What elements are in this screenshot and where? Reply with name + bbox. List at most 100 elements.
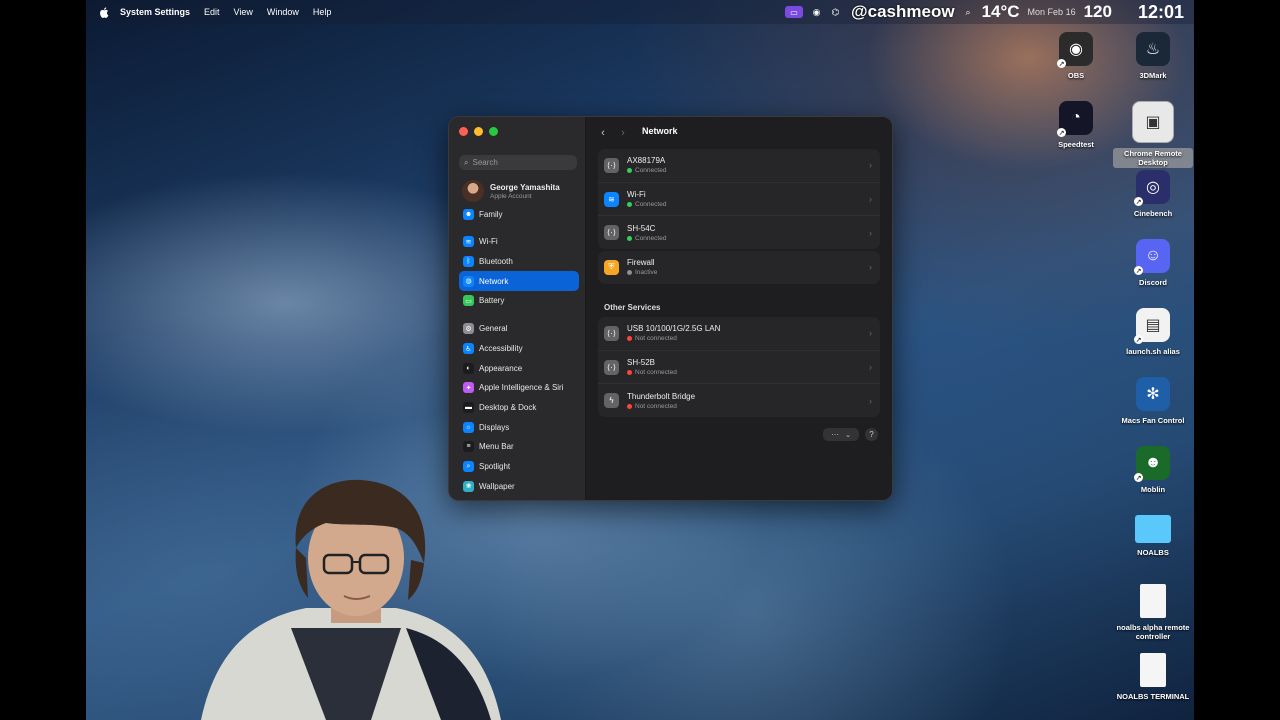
spotlight-icon: ⌕: [463, 461, 474, 473]
sidebar-item-wallpaper[interactable]: ❀ Wallpaper: [459, 477, 579, 497]
sidebar-item-menu-bar[interactable]: ≡ Menu Bar: [459, 437, 579, 457]
services-group: ⟨·⟩ AX88179A Connected › ≋ Wi-Fi Connected › ⟨·⟩…: [598, 149, 880, 250]
desktop-icon-noalbs-alpha-remote-controller[interactable]: noalbs alpha remote controller: [1113, 584, 1193, 641]
search-input[interactable]: ⌕ Search: [459, 155, 577, 170]
status-text: Connected: [635, 201, 667, 209]
network-service-row[interactable]: ⛨ Firewall Inactive ›: [598, 251, 880, 284]
close-button[interactable]: [459, 127, 468, 136]
clock[interactable]: 12:01: [1138, 2, 1184, 23]
desktop-icon-label: launch.sh alias: [1126, 347, 1180, 356]
service-status: Connected: [627, 235, 666, 242]
desktop-icon-cinebench[interactable]: ◎ ↗ Cinebench: [1113, 170, 1193, 218]
desktop-icon-label: Speedtest: [1058, 140, 1094, 149]
chevron-right-icon: ›: [869, 362, 872, 373]
firewall-icon: ⛨: [604, 259, 619, 275]
search-icon[interactable]: ⌕: [963, 7, 974, 18]
chevron-right-icon: ›: [869, 194, 872, 205]
desktop-icon-speedtest[interactable]: ◔ ↗ Speedtest: [1036, 101, 1116, 149]
obs-icon: ◉ ↗: [1057, 32, 1093, 68]
sidebar-item-appearance[interactable]: ◐ Appearance: [459, 358, 579, 378]
minimize-button[interactable]: [474, 127, 483, 136]
desktop-icon-macs-fan-control[interactable]: ✻ Macs Fan Control: [1113, 377, 1193, 425]
discord-icon: ☺ ↗: [1134, 239, 1170, 275]
sidebar-item-battery[interactable]: ▭ Battery: [459, 291, 579, 311]
desktop-icon-discord[interactable]: ☺ ↗ Discord: [1113, 239, 1193, 287]
network-service-row[interactable]: ⟨·⟩ AX88179A Connected ›: [598, 149, 880, 183]
desktop-icon-moblin[interactable]: ☻ ↗ Moblin: [1113, 446, 1193, 494]
network-service-row[interactable]: ϟ Thunderbolt Bridge Not connected ›: [598, 384, 880, 417]
desktop-icon-noalbs-terminal[interactable]: NOALBS TERMINAL: [1113, 653, 1193, 701]
more-label: ···: [831, 430, 840, 439]
network-service-row[interactable]: ⟨·⟩ SH-52B Not connected ›: [598, 351, 880, 385]
ethernet-icon: ⟨·⟩: [604, 359, 619, 375]
desktop-icon-label: NOALBS: [1137, 548, 1169, 557]
network-service-row[interactable]: ⟨·⟩ SH-54C Connected ›: [598, 216, 880, 249]
zoom-button[interactable]: [489, 127, 498, 136]
app-name[interactable]: System Settings: [120, 7, 190, 17]
sidebar-item-label: Family: [479, 210, 503, 220]
script-file-icon: ▤ ↗: [1134, 308, 1170, 344]
status-dot-icon: [627, 403, 632, 409]
bottom-controls: ··· ⌄ ?: [823, 428, 878, 441]
sidebar-item-label: Bluetooth: [479, 257, 513, 267]
sidebar-item-apple-intelligence-siri[interactable]: ✦ Apple Intelligence & Siri: [459, 378, 579, 398]
menu-help[interactable]: Help: [313, 7, 332, 17]
network-service-row[interactable]: ⟨·⟩ USB 10/100/1G/2.5G LAN Not connected ›: [598, 317, 880, 351]
speedtest-icon: ◔ ↗: [1057, 101, 1093, 137]
sidebar-item-spotlight[interactable]: ⌕ Spotlight: [459, 457, 579, 477]
sidebar-item-network[interactable]: ◍ Network: [459, 271, 579, 292]
apple-account[interactable]: George Yamashita Apple Account: [462, 180, 560, 202]
desktop: System Settings Edit View Window Help ▭ …: [86, 0, 1194, 720]
back-button[interactable]: ‹: [594, 125, 612, 141]
desktop-icon-chrome-remote-desktop[interactable]: ▣ Chrome Remote Desktop: [1113, 101, 1193, 168]
sidebar-item-displays[interactable]: ☼ Displays: [459, 417, 579, 437]
date[interactable]: Mon Feb 16: [1028, 7, 1076, 17]
menu-edit[interactable]: Edit: [204, 7, 220, 17]
screen-share-icon[interactable]: ▭: [785, 6, 804, 18]
vpn-icon[interactable]: ◉: [811, 7, 822, 18]
sidebar-item-accessibility[interactable]: ♿ Accessibility: [459, 339, 579, 359]
chevron-right-icon: ›: [869, 262, 872, 273]
siri-icon: ✦: [463, 382, 474, 394]
apple-icon[interactable]: [98, 6, 110, 18]
steam-icon: ♨: [1136, 32, 1170, 66]
search-icon: ⌕: [464, 157, 469, 167]
sidebar-item-family[interactable]: ☻ Family: [459, 205, 579, 225]
sidebar-item-label: Battery: [479, 296, 505, 306]
chevron-down-icon: ⌄: [845, 431, 851, 439]
status-dot-icon: [627, 202, 632, 208]
desktop-icon-noalbs[interactable]: NOALBS: [1113, 515, 1193, 557]
status-text: Not connected: [635, 402, 677, 410]
menu-window[interactable]: Window: [267, 7, 299, 17]
status-dot-icon: [627, 270, 632, 276]
service-name: USB 10/100/1G/2.5G LAN: [627, 324, 721, 334]
sidebar-item-bluetooth[interactable]: ᛒ Bluetooth: [459, 252, 579, 272]
network-service-row[interactable]: ≋ Wi-Fi Connected ›: [598, 183, 880, 217]
desktop-icon-obs[interactable]: ◉ ↗ OBS: [1036, 32, 1116, 80]
thunderbolt-icon: ϟ: [604, 393, 619, 409]
desktop-icon-label: Discord: [1139, 278, 1167, 287]
desktop-icon-label: Macs Fan Control: [1121, 416, 1185, 425]
sidebar-item-general[interactable]: ⚙ General: [459, 319, 579, 339]
sidebar-item-label: Desktop & Dock: [479, 403, 537, 413]
document-icon: [1140, 653, 1166, 687]
alias-arrow-icon: ↗: [1057, 59, 1066, 68]
sidebar: ⌕ Search George Yamashita Apple Account …: [449, 117, 586, 500]
service-status: Not connected: [627, 403, 695, 410]
tethering-icon[interactable]: ⌬: [830, 7, 841, 18]
forward-button[interactable]: ›: [614, 125, 632, 141]
desktop-icon-launch-sh-alias[interactable]: ▤ ↗ launch.sh alias: [1113, 308, 1193, 356]
gear-icon: ⚙: [463, 323, 474, 335]
help-button[interactable]: ?: [865, 428, 878, 441]
desktop-icon-3dmark[interactable]: ♨ 3DMark: [1113, 32, 1193, 80]
service-name: SH-52B: [627, 358, 656, 368]
search-placeholder: Search: [472, 158, 498, 167]
sidebar-group-connectivity: ≋ Wi-Fi ᛒ Bluetooth ◍ Network ▭ Battery: [459, 232, 579, 311]
menu-view[interactable]: View: [234, 7, 253, 17]
sidebar-item-wi-fi[interactable]: ≋ Wi-Fi: [459, 232, 579, 252]
ethernet-icon: ⟨·⟩: [604, 157, 619, 173]
appearance-icon: ◐: [463, 362, 474, 374]
other-services-group: ⟨·⟩ USB 10/100/1G/2.5G LAN Not connected › ⟨…: [598, 317, 880, 418]
sidebar-item-desktop-dock[interactable]: ▬ Desktop & Dock: [459, 398, 579, 418]
more-actions-button[interactable]: ··· ⌄: [823, 428, 859, 441]
